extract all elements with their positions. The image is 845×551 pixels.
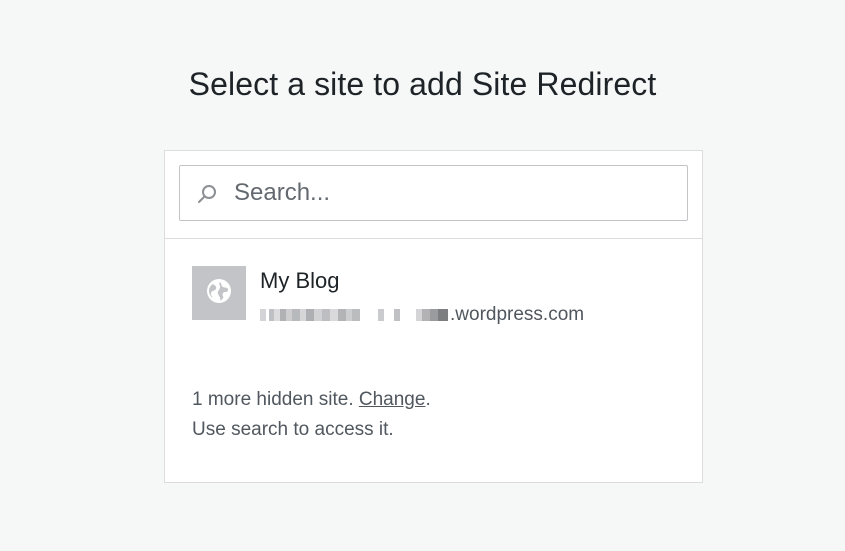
hidden-sites-note: 1 more hidden site. Change. Use search t… <box>192 385 431 445</box>
search-box[interactable] <box>179 165 688 221</box>
globe-icon <box>206 278 232 309</box>
change-link[interactable]: Change <box>359 389 426 410</box>
page-title: Select a site to add Site Redirect <box>188 66 657 102</box>
site-selector-card: My Blog .wordpress.com 1 more hidden sit… <box>164 150 703 483</box>
hidden-sites-message: 1 more hidden site. Change. <box>192 385 431 415</box>
hidden-sites-period: . <box>425 389 431 410</box>
site-icon <box>192 266 246 320</box>
hidden-sites-hint: Use search to access it. <box>192 419 394 440</box>
search-icon <box>197 184 217 204</box>
site-url-suffix: .wordpress.com <box>450 304 585 325</box>
redacted-subdomain <box>260 309 448 321</box>
site-item-my-blog[interactable]: My Blog .wordpress.com <box>192 266 672 326</box>
hidden-sites-count-text: 1 more hidden site. <box>192 389 359 410</box>
search-input[interactable] <box>234 166 674 220</box>
search-section <box>165 151 702 239</box>
site-name: My Blog <box>260 268 340 293</box>
site-url: .wordpress.com <box>260 304 584 326</box>
